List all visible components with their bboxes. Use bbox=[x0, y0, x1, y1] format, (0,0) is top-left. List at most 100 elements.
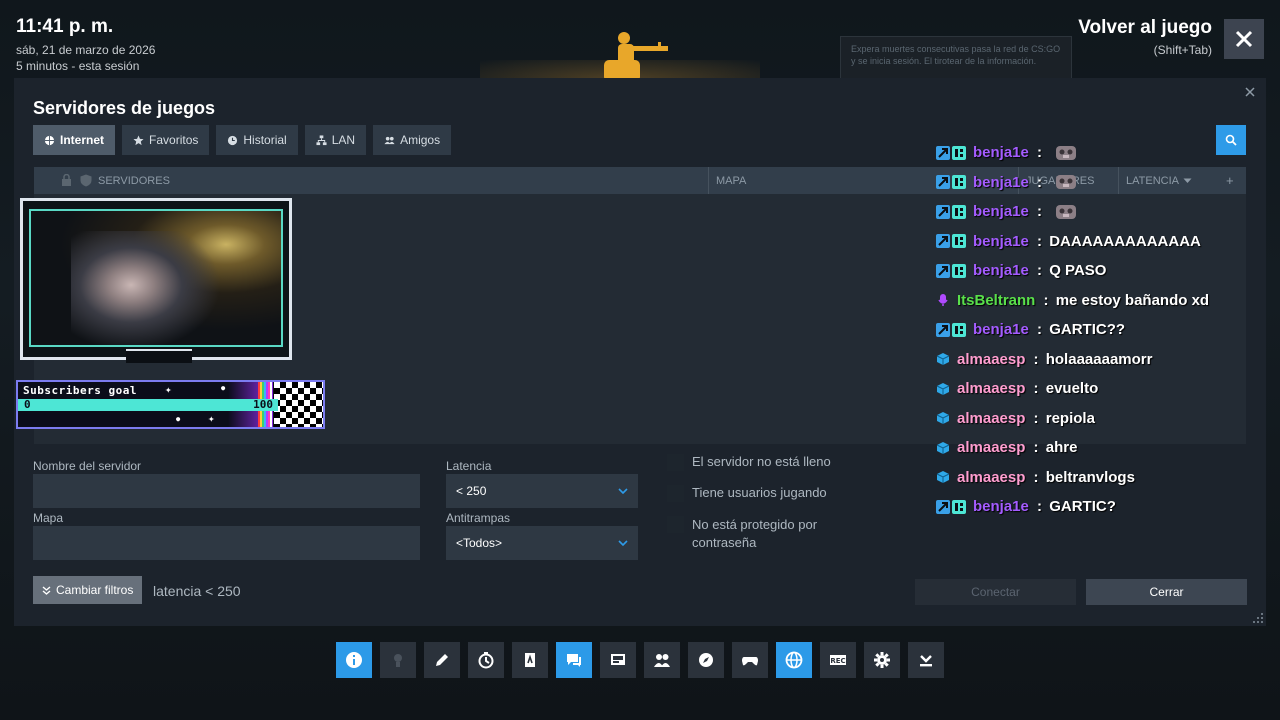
chat-colon: : bbox=[1032, 232, 1047, 250]
anticheat-select[interactable]: <Todos> bbox=[446, 526, 638, 560]
clock-date: sáb, 21 de marzo de 2026 bbox=[16, 43, 156, 57]
network-icon bbox=[316, 134, 327, 145]
chat-username[interactable]: benja1e bbox=[973, 321, 1029, 338]
tab-label: Amigos bbox=[400, 133, 441, 147]
chat-username[interactable]: benja1e bbox=[973, 262, 1029, 279]
chat-text: holaaaaaamorr bbox=[1045, 350, 1153, 368]
chat-username[interactable]: almaaesp bbox=[957, 439, 1025, 456]
checkbox[interactable] bbox=[667, 485, 684, 502]
chat-badges bbox=[936, 382, 950, 396]
subscribers-goal-widget: Subscribers goal 0 100 ✦ ✦ ● ● bbox=[16, 380, 325, 429]
tab-label: LAN bbox=[331, 133, 356, 147]
filter-has-users-label: Tiene usuarios jugando bbox=[692, 485, 827, 500]
chat-text: beltranvlogs bbox=[1045, 468, 1135, 486]
server-name-input[interactable] bbox=[33, 474, 420, 508]
chat-badges bbox=[936, 470, 950, 484]
taskbar-servers-button[interactable] bbox=[776, 642, 812, 678]
tab-internet[interactable]: Internet bbox=[33, 125, 116, 155]
stream-chat: benja1e : benja1e : benja1e : benja1e : … bbox=[936, 138, 1266, 522]
window-title: Servidores de juegos bbox=[33, 98, 216, 118]
chat-username[interactable]: benja1e bbox=[973, 174, 1029, 191]
chat-colon: : bbox=[1029, 380, 1043, 398]
chat-username[interactable]: almaaesp bbox=[957, 410, 1025, 427]
tab-friends[interactable]: Amigos bbox=[373, 125, 452, 155]
achievements-icon bbox=[394, 654, 402, 667]
taskbar-pencil-button[interactable] bbox=[424, 642, 460, 678]
chat-username[interactable]: benja1e bbox=[973, 498, 1029, 515]
window-close-icon[interactable] bbox=[1242, 84, 1258, 100]
filter-not-full-label: El servidor no está lleno bbox=[692, 454, 831, 469]
prime-badge-icon bbox=[936, 145, 950, 160]
cube-badge-icon bbox=[936, 352, 950, 366]
chat-badges bbox=[936, 441, 950, 455]
chat-username[interactable]: almaaesp bbox=[957, 351, 1025, 368]
settings-icon bbox=[874, 652, 890, 668]
connect-button[interactable]: Conectar bbox=[915, 579, 1076, 605]
tab-favorites[interactable]: Favoritos bbox=[122, 125, 210, 155]
close-button[interactable]: Cerrar bbox=[1086, 579, 1247, 605]
chat-username[interactable]: benja1e bbox=[973, 144, 1029, 161]
rec-icon: REC bbox=[830, 655, 846, 665]
checkbox[interactable] bbox=[667, 454, 684, 471]
chat-username[interactable]: almaaesp bbox=[957, 469, 1025, 486]
chat-username[interactable]: benja1e bbox=[973, 233, 1029, 250]
clock-icon bbox=[228, 135, 238, 145]
change-filters-button[interactable]: Cambiar filtros bbox=[33, 576, 143, 604]
chat-message: benja1e : GARTIC? bbox=[936, 492, 1266, 522]
taskbar-screenshots-button[interactable] bbox=[600, 642, 636, 678]
prime-badge-icon bbox=[936, 234, 950, 249]
gift-badge-icon bbox=[952, 322, 966, 337]
download-icon bbox=[920, 655, 932, 667]
webcam-frame-notch bbox=[126, 349, 192, 363]
taskbar-friends-button[interactable] bbox=[644, 642, 680, 678]
taskbar-download-button[interactable] bbox=[908, 642, 944, 678]
chat-username[interactable]: ItsBeltrann bbox=[957, 292, 1035, 309]
column-password[interactable] bbox=[61, 167, 72, 194]
goal-max-value: 100 bbox=[253, 398, 273, 411]
filter-has-users[interactable]: Tiene usuarios jugando bbox=[667, 485, 827, 502]
svg-text:REC: REC bbox=[830, 657, 845, 665]
sparkle-icon: ✦ bbox=[208, 412, 215, 425]
chat-colon: : bbox=[1039, 291, 1053, 309]
tab-history[interactable]: Historial bbox=[216, 125, 298, 155]
taskbar-rec-button[interactable]: REC bbox=[820, 642, 856, 678]
taskbar-timer-button[interactable] bbox=[468, 642, 504, 678]
filter-not-full[interactable]: El servidor no está lleno bbox=[667, 454, 831, 471]
chat-message: almaaesp : holaaaaaamorr bbox=[936, 345, 1266, 375]
tab-label: Favoritos bbox=[149, 133, 199, 147]
overlay-close-button[interactable] bbox=[1224, 19, 1264, 59]
taskbar-achievements-button[interactable] bbox=[380, 642, 416, 678]
column-servers[interactable]: SERVIDORES bbox=[98, 167, 170, 194]
filter-no-password[interactable]: No está protegido por contraseña bbox=[667, 516, 857, 552]
gift-badge-icon bbox=[952, 263, 966, 278]
prime-badge-icon bbox=[936, 204, 950, 219]
taskbar-guide-button[interactable] bbox=[512, 642, 548, 678]
tab-lan[interactable]: LAN bbox=[304, 125, 367, 155]
latency-select-value: < 250 bbox=[456, 484, 487, 498]
chat-colon: : bbox=[1029, 350, 1043, 368]
server-tabs: Internet Favoritos Historial LAN Amigos bbox=[33, 125, 452, 155]
column-vac[interactable] bbox=[80, 167, 92, 194]
close-icon bbox=[1235, 30, 1253, 48]
chat-username[interactable]: almaaesp bbox=[957, 380, 1025, 397]
taskbar-settings-button[interactable] bbox=[864, 642, 900, 678]
resize-grip-icon[interactable] bbox=[1252, 612, 1264, 624]
back-to-game-label[interactable]: Volver al juego bbox=[1078, 17, 1212, 39]
anticheat-select-value: <Todos> bbox=[456, 536, 503, 550]
taskbar-browser-button[interactable] bbox=[688, 642, 724, 678]
chat-text: Q PASO bbox=[1049, 262, 1107, 280]
chat-emote-icon bbox=[1055, 144, 1077, 162]
latency-label: Latencia bbox=[446, 459, 492, 473]
chat-username[interactable]: benja1e bbox=[973, 203, 1029, 220]
taskbar-controller-button[interactable] bbox=[732, 642, 768, 678]
column-map[interactable]: MAPA bbox=[708, 167, 746, 194]
latency-select[interactable]: < 250 bbox=[446, 474, 638, 508]
chat-colon: : bbox=[1032, 203, 1047, 221]
taskbar-info-button[interactable] bbox=[336, 642, 372, 678]
taskbar-chat-button[interactable] bbox=[556, 642, 592, 678]
map-input[interactable] bbox=[33, 526, 420, 560]
chat-colon: : bbox=[1032, 321, 1047, 339]
checkbox[interactable] bbox=[667, 516, 684, 533]
chat-icon bbox=[567, 654, 581, 667]
friends-icon bbox=[654, 654, 670, 667]
